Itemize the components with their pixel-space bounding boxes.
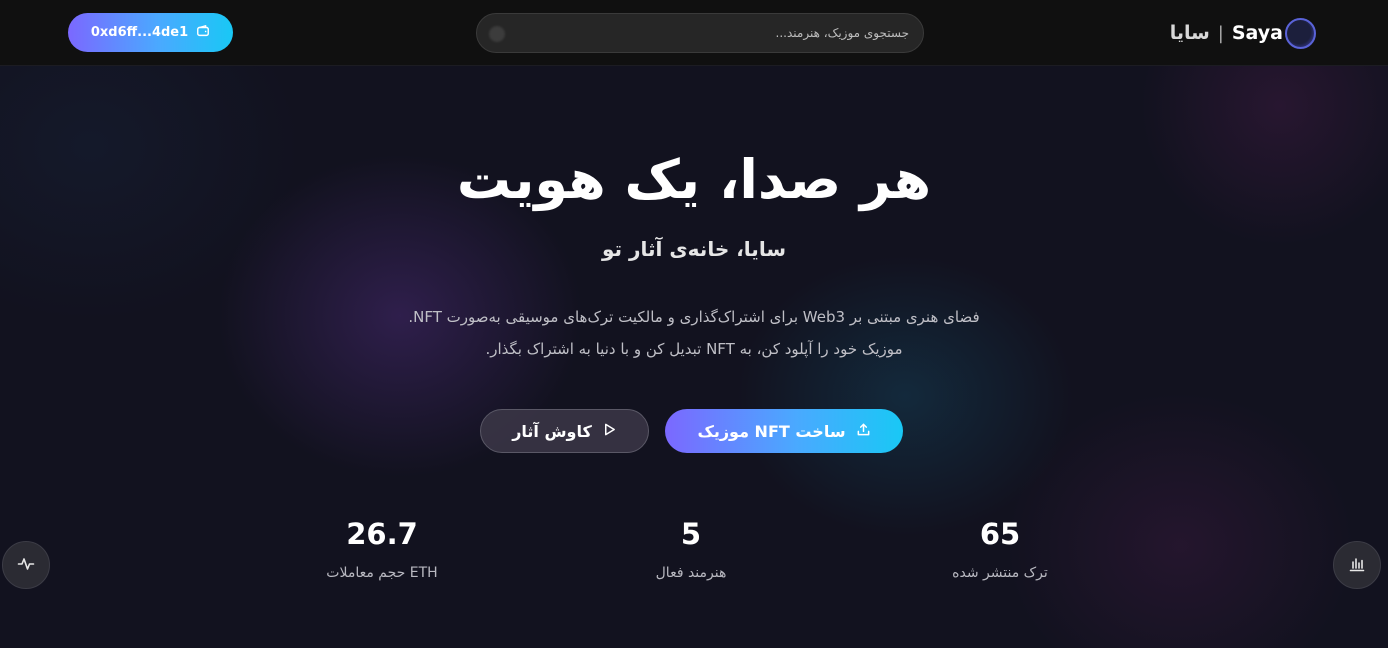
explore-works-button[interactable]: کاوش آثار [480,409,649,453]
stat-label: ETH حجم معاملات [326,565,438,581]
activity-fab-button[interactable] [2,541,50,589]
brand-logo-icon [1285,17,1316,49]
stat-value: 5 [680,517,702,551]
create-music-nft-button[interactable]: ساخت NFT موزیک [665,409,903,453]
create-music-nft-label: ساخت NFT موزیک [697,421,846,441]
top-navbar: 0xd6ff...4de1 سایا | Saya [0,0,1388,66]
stat-value: 26.7 [346,517,418,551]
stat-active-artists: 5 هنرمند فعال [591,515,791,581]
bar-chart-icon [1348,555,1366,576]
search-box [476,13,924,53]
activity-icon [17,555,35,576]
hero-subtitle: سایا، خانه‌ی آثار تو [601,237,786,261]
page: 0xd6ff...4de1 سایا | Saya هر صدا، یک هوی… [0,0,1388,648]
stat-trading-volume: 26.7 ETH حجم معاملات [282,515,482,581]
hero-description-line-2: موزیک خود را آپلود کن، به NFT تبدیل کن و… [485,340,903,358]
hero-title: هر صدا، یک هویت [456,148,932,211]
hero-description-line-1: فضای هنری مبتنی بر Web3 برای اشتراک‌گذار… [408,308,980,326]
upload-icon [856,422,871,441]
brand-name-en: Saya [1231,22,1283,44]
brand[interactable]: سایا | Saya [1170,17,1316,49]
wallet-connect-button[interactable]: 0xd6ff...4de1 [68,13,233,52]
stats-fab-button[interactable] [1333,541,1381,589]
brand-name-fa: سایا [1169,22,1210,44]
search-input[interactable] [477,14,923,52]
search-icon [489,26,505,42]
stat-label: ترک منتشر شده [952,565,1048,581]
wallet-address: 0xd6ff...4de1 [90,25,189,40]
play-icon [602,422,617,441]
hero-description: فضای هنری مبتنی بر Web3 برای اشتراک‌گذار… [344,301,1044,365]
stat-value: 65 [979,517,1021,551]
stat-published-tracks: 65 ترک منتشر شده [900,515,1100,581]
brand-separator: | [1217,22,1224,44]
wallet-icon [196,24,210,42]
stat-label: هنرمند فعال [655,565,727,581]
explore-works-label: کاوش آثار [512,421,592,441]
